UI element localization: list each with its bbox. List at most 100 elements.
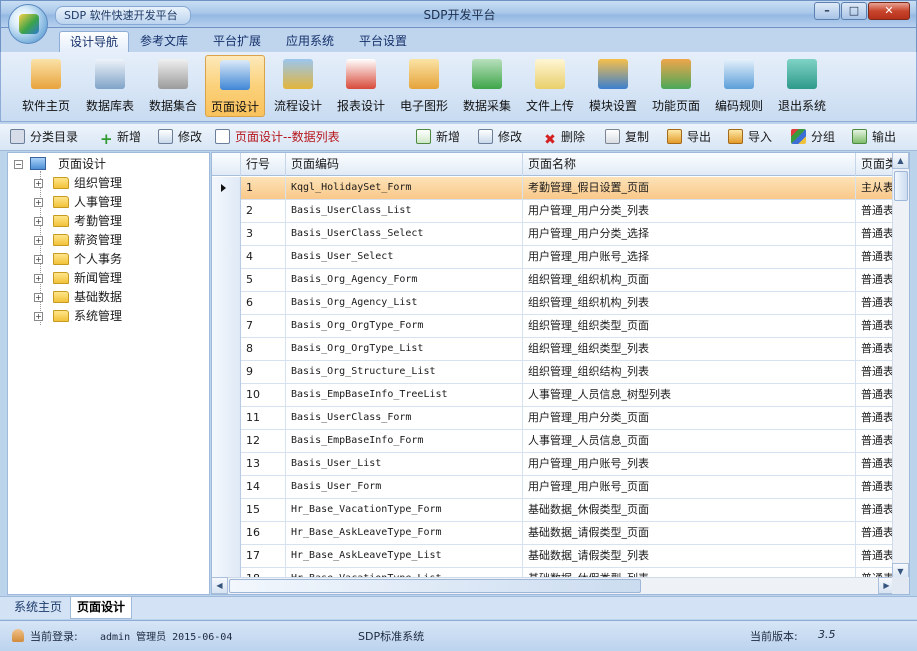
ribbon-button-page-design[interactable]: 页面设计 bbox=[205, 55, 265, 117]
cell-page-code[interactable]: Basis_User_List bbox=[286, 453, 523, 476]
copy-button[interactable]: 复制 bbox=[605, 128, 649, 147]
row-selector[interactable] bbox=[212, 476, 241, 499]
import-button[interactable]: 导入 bbox=[728, 128, 772, 147]
row-selector[interactable] bbox=[212, 430, 241, 453]
cell-row-no[interactable]: 17 bbox=[241, 545, 286, 568]
delete-button[interactable]: ✖ 删除 bbox=[544, 128, 585, 148]
row-selector[interactable] bbox=[212, 315, 241, 338]
cell-page-code[interactable]: Hr_Base_VacationType_Form bbox=[286, 499, 523, 522]
cell-page-name[interactable]: 用户管理_用户账号_选择 bbox=[523, 246, 856, 269]
cell-row-no[interactable]: 7 bbox=[241, 315, 286, 338]
cell-page-name[interactable]: 人事管理_人员信息_页面 bbox=[523, 430, 856, 453]
table-row[interactable]: 9 Basis_Org_Structure_List 组织管理_组织结构_列表 普通表 bbox=[212, 361, 909, 384]
cell-row-no[interactable]: 6 bbox=[241, 292, 286, 315]
ribbon-button-report-design[interactable]: 报表设计 bbox=[331, 55, 391, 117]
cell-row-no[interactable]: 1 bbox=[241, 177, 286, 200]
cell-row-no[interactable]: 10 bbox=[241, 384, 286, 407]
expand-icon[interactable]: + bbox=[34, 274, 43, 283]
cell-page-name[interactable]: 用户管理_用户分类_页面 bbox=[523, 407, 856, 430]
cell-page-name[interactable]: 基础数据_请假类型_页面 bbox=[523, 522, 856, 545]
horizontal-scroll-thumb[interactable] bbox=[229, 579, 641, 593]
vertical-scrollbar[interactable]: ▲ ▼ bbox=[892, 153, 909, 580]
cell-row-no[interactable]: 9 bbox=[241, 361, 286, 384]
cell-page-code[interactable]: Basis_EmpBaseInfo_Form bbox=[286, 430, 523, 453]
category-button[interactable]: 分类目录 bbox=[10, 128, 78, 147]
cell-row-no[interactable]: 2 bbox=[241, 200, 286, 223]
ribbon-button-exit[interactable]: 退出系统 bbox=[772, 55, 832, 117]
table-row[interactable]: 15 Hr_Base_VacationType_Form 基础数据_休假类型_页面普… bbox=[212, 499, 909, 522]
cell-page-code[interactable]: Kqgl_HolidaySet_Form bbox=[286, 177, 523, 200]
cell-page-code[interactable]: Basis_Org_Agency_Form bbox=[286, 269, 523, 292]
table-row[interactable]: 12 Basis_EmpBaseInfo_Form 人事管理_人员信息_页面 普通表 bbox=[212, 430, 909, 453]
table-row[interactable]: 14 Basis_User_Form 用户管理_用户账号_页面 普通表 bbox=[212, 476, 909, 499]
cell-page-code[interactable]: Basis_Org_Structure_List bbox=[286, 361, 523, 384]
cell-row-no[interactable]: 5 bbox=[241, 269, 286, 292]
row-selector[interactable] bbox=[212, 499, 241, 522]
row-selector[interactable] bbox=[212, 407, 241, 430]
cell-row-no[interactable]: 8 bbox=[241, 338, 286, 361]
tab-platform-extension[interactable]: 平台扩展 bbox=[203, 31, 271, 52]
cell-row-no[interactable]: 4 bbox=[241, 246, 286, 269]
cell-page-name[interactable]: 基础数据_请假类型_列表 bbox=[523, 545, 856, 568]
table-row[interactable]: 1 Kqgl_HolidaySet_Form 考勤管理_假日设置_页面 主从表 bbox=[212, 177, 909, 200]
close-button[interactable]: ✕ bbox=[868, 2, 910, 20]
column-header-page-name[interactable]: 页面名称 bbox=[523, 153, 856, 176]
doc-tab-page-design[interactable]: 页面设计 bbox=[70, 597, 133, 619]
expand-icon[interactable]: + bbox=[34, 236, 43, 245]
horizontal-scrollbar[interactable]: ◀ ▶ bbox=[212, 577, 895, 594]
scroll-up-icon[interactable]: ▲ bbox=[892, 153, 909, 169]
table-row[interactable]: 8 Basis_Org_OrgType_List 组织管理_组织类型_列表 普通表 bbox=[212, 338, 909, 361]
cell-page-code[interactable]: Basis_Org_OrgType_Form bbox=[286, 315, 523, 338]
cell-row-no[interactable]: 11 bbox=[241, 407, 286, 430]
ribbon-button-electronic-graphics[interactable]: 电子图形 bbox=[394, 55, 454, 117]
cell-page-name[interactable]: 用户管理_用户账号_列表 bbox=[523, 453, 856, 476]
table-row[interactable]: 17 Hr_Base_AskLeaveType_List 基础数据_请假类型_列表普… bbox=[212, 545, 909, 568]
minimize-button[interactable]: – bbox=[814, 2, 840, 20]
cell-row-no[interactable]: 3 bbox=[241, 223, 286, 246]
ribbon-button-file-upload[interactable]: 文件上传 bbox=[520, 55, 580, 117]
cell-row-no[interactable]: 12 bbox=[241, 430, 286, 453]
row-selector[interactable] bbox=[212, 384, 241, 407]
cell-page-name[interactable]: 人事管理_人员信息_树型列表 bbox=[523, 384, 856, 407]
cell-row-no[interactable]: 16 bbox=[241, 522, 286, 545]
tab-reference-library[interactable]: 参考文库 bbox=[130, 31, 198, 52]
column-header-row-no[interactable]: 行号 bbox=[241, 153, 286, 176]
cell-page-name[interactable]: 组织管理_组织机构_页面 bbox=[523, 269, 856, 292]
output-button[interactable]: 输出 bbox=[852, 128, 896, 147]
table-row[interactable]: 3 Basis_UserClass_Select 用户管理_用户分类_选择 普通表 bbox=[212, 223, 909, 246]
cell-row-no[interactable]: 13 bbox=[241, 453, 286, 476]
cell-page-code[interactable]: Basis_User_Select bbox=[286, 246, 523, 269]
expand-icon[interactable]: + bbox=[34, 179, 43, 188]
column-header-page-code[interactable]: 页面编码 bbox=[286, 153, 523, 176]
row-selector[interactable] bbox=[212, 200, 241, 223]
table-row[interactable]: 16 Hr_Base_AskLeaveType_Form 基础数据_请假类型_页面普… bbox=[212, 522, 909, 545]
table-row[interactable]: 4 Basis_User_Select 用户管理_用户账号_选择 普通表 bbox=[212, 246, 909, 269]
table-row[interactable]: 6 Basis_Org_Agency_List 组织管理_组织机构_列表 普通表 bbox=[212, 292, 909, 315]
app-menu-button[interactable] bbox=[8, 4, 48, 44]
row-selector[interactable] bbox=[212, 246, 241, 269]
row-selector[interactable] bbox=[212, 453, 241, 476]
cell-row-no[interactable]: 14 bbox=[241, 476, 286, 499]
row-selector[interactable] bbox=[212, 223, 241, 246]
cell-page-name[interactable]: 基础数据_休假类型_页面 bbox=[523, 499, 856, 522]
edit-button[interactable]: 修改 bbox=[478, 128, 522, 147]
row-selector[interactable] bbox=[212, 292, 241, 315]
table-row[interactable]: 11 Basis_UserClass_Form 用户管理_用户分类_页面 普通表 bbox=[212, 407, 909, 430]
collapse-icon[interactable]: − bbox=[14, 160, 23, 169]
cell-page-code[interactable]: Basis_UserClass_List bbox=[286, 200, 523, 223]
cell-page-code[interactable]: Basis_EmpBaseInfo_TreeList bbox=[286, 384, 523, 407]
table-row[interactable]: 13 Basis_User_List 用户管理_用户账号_列表 普通表 bbox=[212, 453, 909, 476]
tree-edit-button[interactable]: 修改 bbox=[158, 128, 202, 147]
cell-page-name[interactable]: 组织管理_组织结构_列表 bbox=[523, 361, 856, 384]
scroll-left-icon[interactable]: ◀ bbox=[212, 577, 228, 594]
cell-page-name[interactable]: 用户管理_用户分类_选择 bbox=[523, 223, 856, 246]
group-button[interactable]: 分组 bbox=[791, 128, 835, 147]
ribbon-button-dataset[interactable]: 数据集合 bbox=[142, 55, 204, 117]
ribbon-button-database-table[interactable]: 数据库表 bbox=[79, 55, 141, 117]
cell-page-name[interactable]: 组织管理_组织类型_页面 bbox=[523, 315, 856, 338]
maximize-button[interactable]: □ bbox=[841, 2, 867, 20]
cell-page-name[interactable]: 组织管理_组织机构_列表 bbox=[523, 292, 856, 315]
expand-icon[interactable]: + bbox=[34, 312, 43, 321]
row-selector[interactable] bbox=[212, 361, 241, 384]
cell-page-code[interactable]: Hr_Base_AskLeaveType_List bbox=[286, 545, 523, 568]
